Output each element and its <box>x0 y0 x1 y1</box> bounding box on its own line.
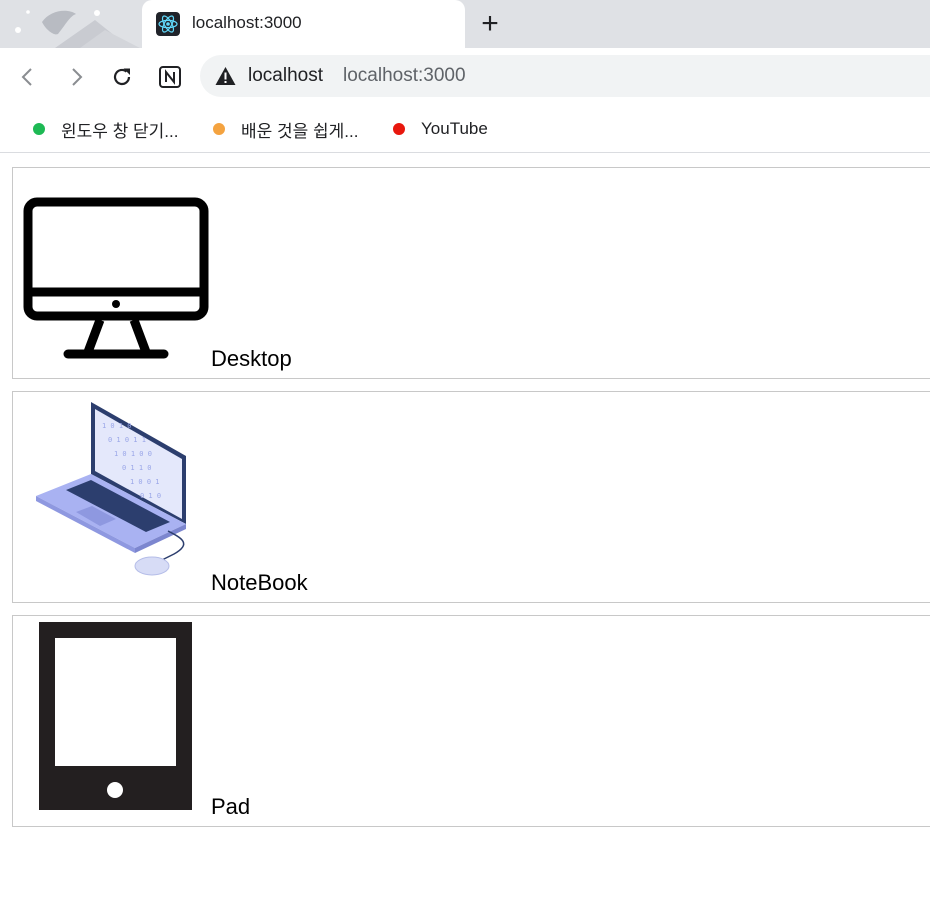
product-label: Pad <box>211 794 251 819</box>
tab-strip: localhost:3000 + <box>0 0 930 48</box>
bookmark-label: 윈도우 창 닫기... <box>61 121 179 141</box>
browser-theme-art <box>0 0 140 48</box>
product-card-notebook[interactable]: 1 0 1 0 0 1 0 1 1 1 0 1 0 0 0 1 1 0 1 0 … <box>12 391 930 603</box>
url-host: localhost <box>248 65 323 86</box>
reload-button[interactable] <box>106 61 138 93</box>
bookmark-youtube[interactable]: YouTube <box>393 118 488 140</box>
bookmark-label: YouTube <box>421 119 488 138</box>
bookmark-item[interactable]: 배운 것을 쉽게... <box>213 118 359 141</box>
address-bar[interactable]: localhost localhost:3000 <box>200 55 930 97</box>
warning-icon[interactable] <box>215 66 236 86</box>
new-tab-button[interactable]: + <box>474 8 506 40</box>
bookmark-dot-icon <box>33 123 45 135</box>
browser-tab[interactable]: localhost:3000 <box>142 0 465 48</box>
notion-icon <box>159 66 181 88</box>
browser-toolbar: localhost localhost:3000 <box>0 48 930 106</box>
svg-text:1 0 1 0: 1 0 1 0 <box>102 422 132 430</box>
plus-icon: + <box>481 7 499 40</box>
forward-button[interactable] <box>60 61 92 93</box>
svg-text:0 1 0: 0 1 0 <box>140 492 161 500</box>
product-label: Desktop <box>211 346 292 371</box>
bookmark-dot-icon <box>213 123 225 135</box>
bookmark-item[interactable]: 윈도우 창 닫기... <box>33 118 179 141</box>
svg-text:1 0 0 1: 1 0 0 1 <box>130 478 160 486</box>
url-text: localhost:3000 <box>343 65 466 86</box>
youtube-dot-icon <box>393 123 405 135</box>
bookmarks-bar: 윈도우 창 닫기... 배운 것을 쉽게... YouTube <box>0 106 930 153</box>
laptop-icon: 1 0 1 0 0 1 0 1 1 1 0 1 0 0 0 1 1 0 1 0 … <box>36 402 186 576</box>
svg-text:0 1 1 0: 0 1 1 0 <box>122 464 152 472</box>
tablet-icon <box>39 622 192 810</box>
product-label: NoteBook <box>211 570 308 595</box>
svg-text:1 0 1 0 0: 1 0 1 0 0 <box>114 450 152 458</box>
reload-icon <box>113 68 131 86</box>
page-content: Desktop 1 0 1 0 0 1 0 1 1 1 0 1 0 0 0 1 … <box>0 154 930 899</box>
notion-extension-button[interactable] <box>154 61 186 93</box>
bookmark-label: 배운 것을 쉽게... <box>241 121 359 141</box>
forward-arrow-icon <box>72 68 83 86</box>
svg-text:0 1 0 1 1: 0 1 0 1 1 <box>108 436 146 444</box>
product-card-desktop[interactable]: Desktop <box>12 167 930 379</box>
back-button[interactable] <box>12 61 44 93</box>
tab-title: localhost:3000 <box>192 13 302 32</box>
desktop-monitor-icon <box>23 197 209 359</box>
back-arrow-icon <box>21 68 32 86</box>
product-card-pad[interactable]: Pad <box>12 615 930 827</box>
react-icon <box>156 12 180 36</box>
